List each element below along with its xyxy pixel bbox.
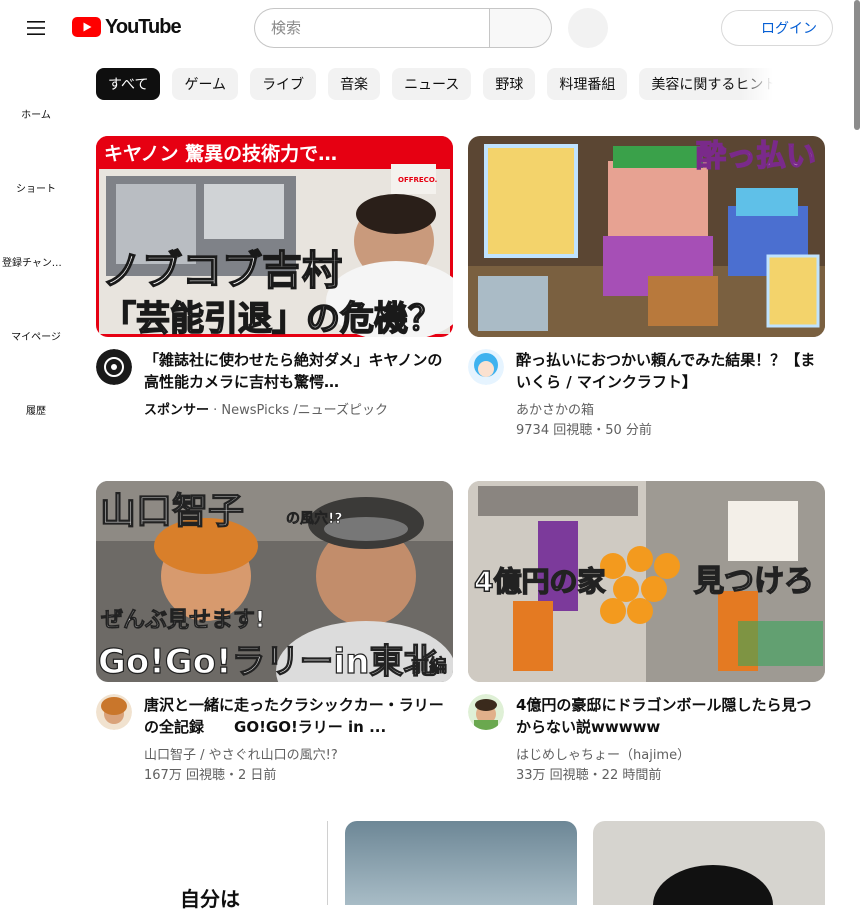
channel-name-text: NewsPicks /ニューズピック: [221, 403, 389, 418]
channel-avatar[interactable]: [96, 349, 132, 385]
login-button[interactable]: ログイン: [721, 10, 833, 46]
sponsor-label: スポンサー: [144, 403, 210, 418]
thumbnail-text: 酔っ払い: [696, 139, 816, 174]
video-title[interactable]: 唐沢と一緒に走ったクラシックカー・ラリーの全記録 GO!GO!ラリー in ..…: [144, 694, 444, 738]
video-thumbnail[interactable]: [345, 821, 577, 905]
video-card[interactable]: 自分は: [96, 821, 328, 911]
filter-chips: すべて ゲーム ライブ 音楽 ニュース 野球 料理番組 美容に関するヒント: [96, 68, 781, 100]
chip-gaming[interactable]: ゲーム: [172, 68, 239, 100]
scrollbar-thumb[interactable]: [854, 0, 860, 130]
video-title[interactable]: 「雑誌社に使わせたら絶対ダメ」キヤノンの高性能カメラに吉村も驚愕…: [144, 349, 444, 393]
sidebar-item-label: マイページ: [11, 332, 61, 343]
sidebar-item-label: 履歴: [26, 406, 46, 417]
video-stats: 33万 回視聴・22 時間前: [516, 768, 662, 783]
partial-thumbnail-text: 自分は: [180, 887, 240, 911]
video-title[interactable]: 4億円の豪邸にドラゴンボール隠したら見つからない説wwwww: [516, 694, 816, 738]
thumbnail-mid-text: ぜんぶ見せます!: [101, 608, 265, 633]
video-card[interactable]: 4億円の家 見つけろ 4億円の豪邸にドラゴンボール隠したら見つからない説wwww…: [468, 481, 825, 784]
video-stats: 167万 回視聴・2 日前: [144, 768, 277, 783]
channel-name[interactable]: 山口智子 / やさぐれ山口の風穴!?: [144, 744, 338, 763]
chip-music[interactable]: 音楽: [328, 68, 381, 100]
logo-text: YouTube: [105, 15, 182, 38]
thumbnail-top-text: キヤノン 驚異の技術力で…: [104, 142, 337, 165]
chips-fade: [740, 68, 781, 100]
youtube-play-icon: [72, 17, 101, 37]
search-bar: [254, 8, 552, 48]
sidebar-item-label: ホーム: [21, 110, 51, 121]
chip-all[interactable]: すべて: [96, 68, 161, 100]
video-thumbnail[interactable]: [593, 821, 825, 905]
sidebar-item-label: ショート: [16, 184, 56, 195]
channel-name[interactable]: スポンサー · NewsPicks /ニューズピック: [144, 399, 388, 418]
video-thumbnail[interactable]: 酔っ払い: [468, 136, 825, 337]
channel-name[interactable]: あかさかの箱: [516, 399, 594, 418]
video-thumbnail[interactable]: 4億円の家 見つけろ: [468, 481, 825, 682]
menu-button[interactable]: [16, 8, 56, 48]
channel-avatar[interactable]: [468, 694, 504, 730]
channel-avatar[interactable]: [468, 349, 504, 385]
sidebar-item-subscriptions[interactable]: 登録チャンネル: [2, 254, 66, 269]
chip-live[interactable]: ライブ: [250, 68, 317, 100]
video-card[interactable]: 山口智子 の風穴!? ぜんぶ見せます! Go!Go!ラリーin東北 前編 唐沢と…: [96, 481, 453, 784]
sidebar-item-shorts[interactable]: ショート: [0, 180, 72, 195]
chip-news[interactable]: ニュース: [392, 68, 472, 100]
thumbnail-line1: ノブコブ吉村: [102, 248, 342, 294]
video-thumbnail[interactable]: キヤノン 驚異の技術力で… OFFRECO. ノブコブ吉村 「芸能引退」の危機？: [96, 136, 453, 337]
thumbnail-badge: OFFRECO.: [398, 176, 437, 184]
thumbnail-left-text: 4億円の家: [474, 565, 605, 598]
search-input[interactable]: [254, 8, 489, 48]
video-stats: 9734 回視聴・50 分前: [516, 423, 652, 438]
thumbnail-top-text: 山口智子: [100, 491, 244, 532]
channel-avatar[interactable]: [96, 694, 132, 730]
video-card[interactable]: 酔っ払い 酔っ払いにおつかい頼んでみた結果！？【まいくら / マインクラフト】 …: [468, 136, 825, 439]
channel-name[interactable]: はじめしゃちょー（hajime）: [516, 744, 690, 763]
voice-search-button[interactable]: [568, 8, 608, 48]
thumbnail-bottom-text: Go!Go!ラリーin東北: [98, 642, 437, 682]
video-thumbnail[interactable]: 山口智子 の風穴!? ぜんぶ見せます! Go!Go!ラリーin東北 前編: [96, 481, 453, 682]
youtube-logo[interactable]: YouTube: [72, 14, 182, 40]
sidebar-item-history[interactable]: 履歴: [0, 402, 72, 417]
search-button[interactable]: [489, 8, 552, 48]
sidebar-item-label: 登録チャンネル: [2, 258, 66, 269]
thumbnail-bottom-small: 前編: [411, 655, 447, 677]
thumbnail-top-small: の風穴!?: [286, 510, 343, 527]
chip-baseball[interactable]: 野球: [483, 68, 536, 100]
sidebar-item-you[interactable]: マイページ: [0, 328, 72, 343]
login-label: ログイン: [761, 21, 817, 37]
separator: ·: [209, 403, 222, 418]
thumbnail-right-text: 見つけろ: [694, 564, 814, 599]
video-title[interactable]: 酔っ払いにおつかい頼んでみた結果！？【まいくら / マインクラフト】: [516, 349, 816, 393]
video-card[interactable]: キヤノン 驚異の技術力で… OFFRECO. ノブコブ吉村 「芸能引退」の危機？…: [96, 136, 453, 439]
hamburger-icon: [27, 21, 45, 35]
chip-cooking[interactable]: 料理番組: [547, 68, 628, 100]
thumbnail-line2: 「芸能引退」の危機？: [102, 299, 442, 337]
sidebar-item-home[interactable]: ホーム: [0, 106, 72, 121]
